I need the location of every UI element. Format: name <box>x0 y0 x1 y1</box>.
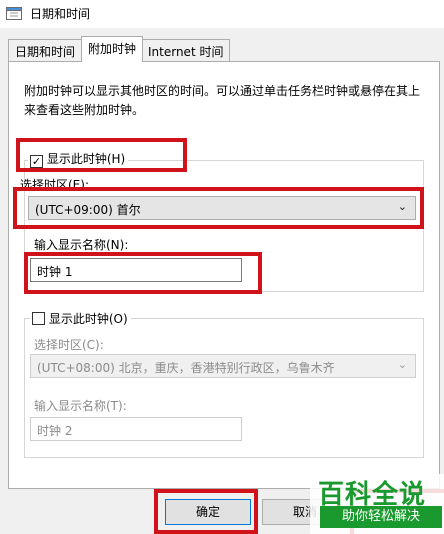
tab-internet-time[interactable]: Internet 时间 <box>141 39 231 61</box>
chevron-down-icon: ⌄ <box>397 358 407 371</box>
clock2-name-input[interactable]: 时钟 2 <box>30 417 242 441</box>
clock2-checkbox-label: 显示此时钟(O) <box>48 312 128 326</box>
clock2-name-label: 输入显示名称(T): <box>34 399 127 413</box>
clock2-timezone-select[interactable]: (UTC+08:00) 北京，重庆，香港特别行政区，乌鲁木齐 ⌄ <box>30 354 416 378</box>
highlight-box-checkbox <box>16 138 187 172</box>
tab-additional-clocks[interactable]: 附加时钟 <box>81 36 144 62</box>
highlight-box-name <box>24 252 262 294</box>
tab-date-time[interactable]: 日期和时间 <box>8 39 83 61</box>
clock1-name-label: 输入显示名称(N): <box>34 238 129 252</box>
window-title: 日期和时间 <box>30 7 91 21</box>
highlight-box-ok <box>154 489 258 534</box>
watermark-slogan: 助你轻松解决 <box>320 506 442 528</box>
clock2-timezone-value: (UTC+08:00) 北京，重庆，香港特别行政区，乌鲁木齐 <box>37 361 335 375</box>
description-text: 附加时钟可以显示其他时区的时间。可以通过单击任务栏时钟或悬停在其上来查看这些附加… <box>24 84 421 117</box>
highlight-box-timezone <box>13 187 424 229</box>
clock2-show-checkbox-row[interactable]: 显示此时钟(O) <box>30 310 131 327</box>
clock2-timezone-label: 选择时区(C): <box>34 338 104 352</box>
clock2-checkbox[interactable] <box>32 312 45 325</box>
calendar-clock-icon <box>6 6 22 20</box>
